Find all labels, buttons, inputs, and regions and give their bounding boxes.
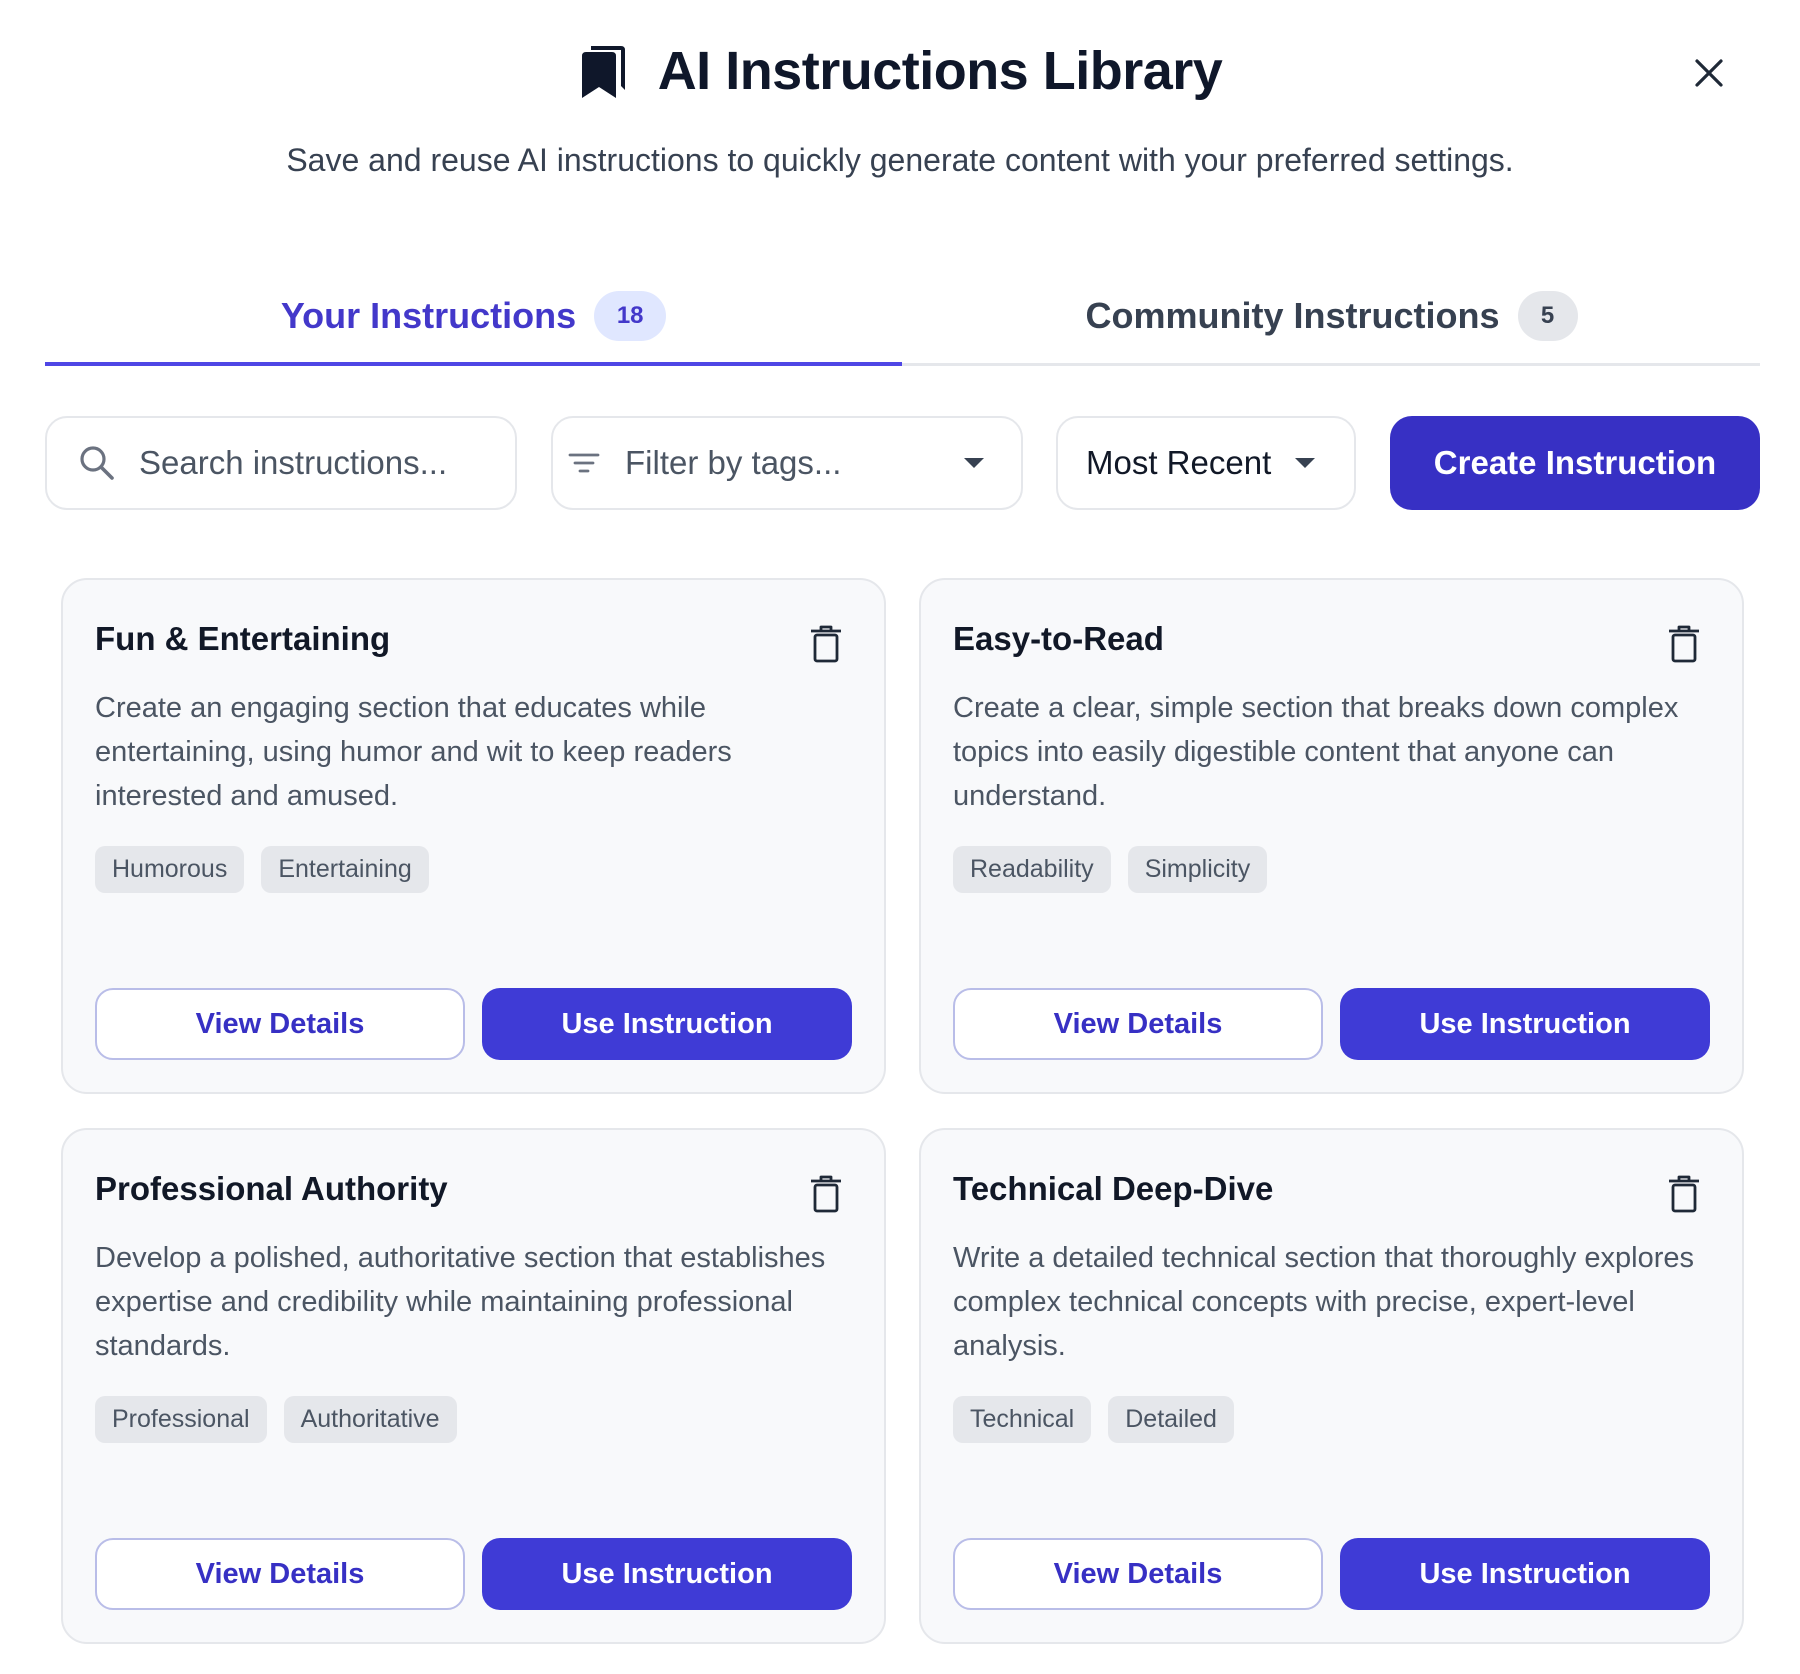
sort-label: Most Recent xyxy=(1086,444,1272,481)
modal-header: AI Instructions Library xyxy=(0,36,1800,106)
tag-filter-dropdown[interactable]: Filter by tags... xyxy=(551,416,1023,510)
delete-button[interactable] xyxy=(808,1174,844,1214)
trash-icon xyxy=(811,625,841,663)
delete-button[interactable] xyxy=(1666,624,1702,664)
instruction-card: Fun & Entertaining Create an engaging se… xyxy=(61,578,886,1094)
card-title: Easy-to-Read xyxy=(953,620,1164,657)
tag: Humorous xyxy=(95,846,245,893)
tag: Entertaining xyxy=(261,846,429,893)
tab-bar: Your Instructions 18 Community Instructi… xyxy=(45,250,1760,366)
card-title: Technical Deep-Dive xyxy=(953,1170,1274,1207)
instructions-library-modal: AI Instructions Library Save and reuse A… xyxy=(0,0,1800,1674)
tag: Professional xyxy=(95,1396,267,1443)
bookmarks-icon xyxy=(581,46,625,98)
caret-down-icon xyxy=(964,458,984,468)
card-description: Create an engaging section that educates… xyxy=(95,692,732,812)
tab-label: Community Instructions xyxy=(1085,295,1500,336)
trash-icon xyxy=(811,1175,841,1213)
active-tab-indicator xyxy=(45,362,902,366)
tab-your-instructions[interactable]: Your Instructions 18 xyxy=(45,270,902,362)
count-badge: 18 xyxy=(594,291,667,341)
instruction-card: Technical Deep-Dive Write a detailed tec… xyxy=(919,1128,1744,1644)
card-title: Professional Authority xyxy=(95,1170,448,1207)
card-description: Develop a polished, authoritative sectio… xyxy=(95,1242,826,1362)
tag-list: Humorous Entertaining xyxy=(95,846,429,893)
tag: Detailed xyxy=(1108,1396,1234,1443)
tag-list: Readability Simplicity xyxy=(953,846,1268,893)
card-description: Create a clear, simple section that brea… xyxy=(953,692,1679,812)
delete-button[interactable] xyxy=(808,624,844,664)
card-actions: View Details Use Instruction xyxy=(953,988,1710,1060)
search-input[interactable] xyxy=(139,444,499,482)
instruction-card: Easy-to-Read Create a clear, simple sect… xyxy=(919,578,1744,1094)
tag: Authoritative xyxy=(283,1396,457,1443)
card-actions: View Details Use Instruction xyxy=(95,1538,852,1610)
view-details-button[interactable]: View Details xyxy=(953,1538,1323,1610)
view-details-button[interactable]: View Details xyxy=(95,1538,465,1610)
card-actions: View Details Use Instruction xyxy=(95,988,852,1060)
filter-label: Filter by tags... xyxy=(625,444,842,481)
card-title: Fun & Entertaining xyxy=(95,620,391,657)
use-instruction-button[interactable]: Use Instruction xyxy=(1340,1538,1710,1610)
delete-button[interactable] xyxy=(1666,1174,1702,1214)
tab-community-instructions[interactable]: Community Instructions 5 xyxy=(903,270,1760,362)
tag: Technical xyxy=(953,1396,1092,1443)
tag-list: Professional Authoritative xyxy=(95,1396,457,1443)
card-description: Write a detailed technical section that … xyxy=(953,1242,1695,1362)
page-subtitle: Save and reuse AI instructions to quickl… xyxy=(286,142,1514,178)
tag: Simplicity xyxy=(1127,846,1268,893)
trash-icon xyxy=(1669,625,1699,663)
filter-icon xyxy=(568,453,600,473)
search-box[interactable] xyxy=(45,416,517,510)
create-instruction-button[interactable]: Create Instruction xyxy=(1390,416,1760,510)
view-details-button[interactable]: View Details xyxy=(95,988,465,1060)
page-title: AI Instructions Library xyxy=(657,41,1223,101)
view-details-button[interactable]: View Details xyxy=(953,988,1323,1060)
search-icon xyxy=(80,446,114,480)
use-instruction-button[interactable]: Use Instruction xyxy=(482,1538,852,1610)
count-badge: 5 xyxy=(1517,291,1578,341)
close-icon xyxy=(1695,59,1723,87)
use-instruction-button[interactable]: Use Instruction xyxy=(482,988,852,1060)
close-button[interactable] xyxy=(1686,50,1732,96)
caret-down-icon xyxy=(1295,458,1315,468)
use-instruction-button[interactable]: Use Instruction xyxy=(1340,988,1710,1060)
tag-list: Technical Detailed xyxy=(953,1396,1234,1443)
card-actions: View Details Use Instruction xyxy=(953,1538,1710,1610)
instruction-card: Professional Authority Develop a polishe… xyxy=(61,1128,886,1644)
tab-label: Your Instructions xyxy=(280,295,577,336)
trash-icon xyxy=(1669,1175,1699,1213)
sort-dropdown[interactable]: Most Recent xyxy=(1056,416,1356,510)
tag: Readability xyxy=(953,846,1111,893)
